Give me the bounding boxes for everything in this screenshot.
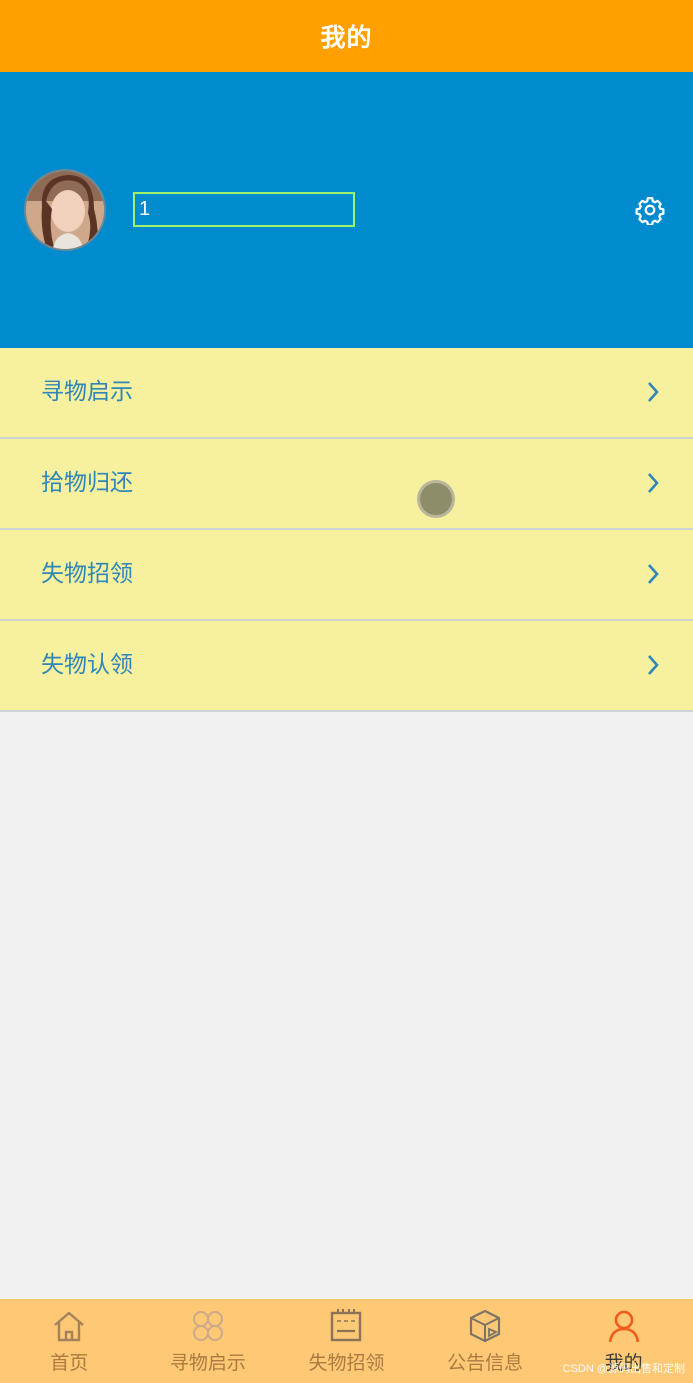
menu-item-found-return[interactable]: 拾物归还 — [0, 439, 693, 530]
chevron-right-icon — [648, 382, 659, 402]
person-icon — [608, 1310, 639, 1343]
notebook-icon — [331, 1309, 362, 1342]
watermark: CSDN @源码出售和定制 — [562, 1363, 685, 1375]
tab-label: 寻物启示 — [169, 1352, 246, 1374]
menu-item-label: 失物招领 — [41, 561, 133, 587]
username-field[interactable]: 1 — [133, 192, 355, 227]
tab-lost-notice[interactable]: 寻物启示 — [139, 1299, 278, 1383]
chevron-right-icon — [648, 473, 659, 493]
menu-item-label: 寻物启示 — [41, 379, 133, 405]
avatar-image — [26, 171, 104, 249]
chevron-right-icon — [648, 564, 659, 584]
app-header: 我的 — [0, 0, 693, 72]
home-icon — [54, 1311, 85, 1342]
menu-item-label: 失物认领 — [41, 652, 133, 678]
touch-indicator — [417, 480, 455, 518]
settings-gear-icon[interactable] — [635, 195, 665, 225]
chevron-right-icon — [648, 655, 659, 675]
page-title: 我的 — [320, 23, 373, 52]
tab-label: 首页 — [50, 1352, 89, 1374]
tab-lost-found[interactable]: 失物招领 — [277, 1299, 416, 1383]
menu-item-lost-found[interactable]: 失物招领 — [0, 530, 693, 621]
menu-item-label: 拾物归还 — [41, 470, 133, 496]
tab-label: 失物招领 — [308, 1352, 385, 1374]
menu-item-lost-notice[interactable]: 寻物启示 — [0, 348, 693, 439]
tab-label: 公告信息 — [447, 1352, 524, 1374]
tab-announcements[interactable]: 公告信息 — [416, 1299, 555, 1383]
grid-icon — [192, 1311, 223, 1341]
profile-panel: 1 — [0, 72, 693, 348]
menu-list: 寻物启示 拾物归还 失物招领 失物认领 — [0, 348, 693, 712]
tab-home[interactable]: 首页 — [0, 1299, 139, 1383]
avatar[interactable] — [24, 169, 106, 251]
menu-item-lost-claim[interactable]: 失物认领 — [0, 621, 693, 712]
box-icon — [469, 1309, 501, 1343]
